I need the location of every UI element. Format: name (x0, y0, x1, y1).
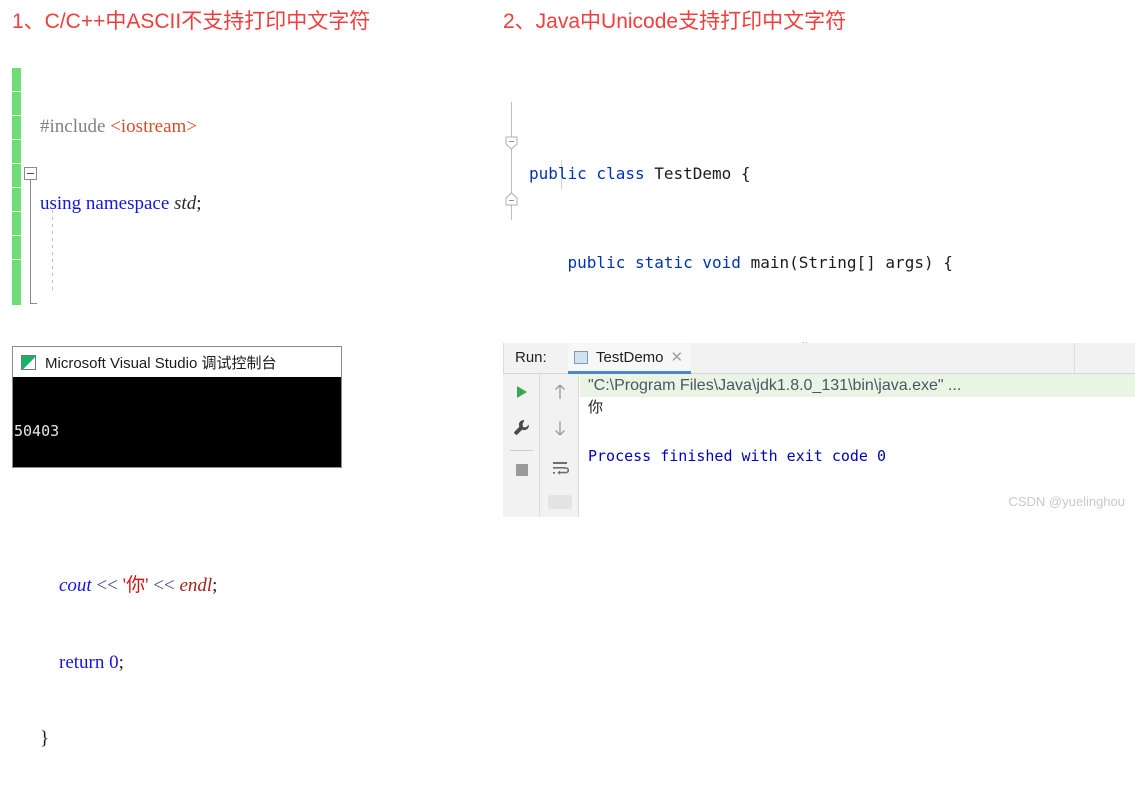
program-output-line: 你 (588, 398, 604, 416)
method-modifiers-token: public static void (567, 252, 751, 272)
public-class-token: public class (529, 164, 655, 183)
code-fold-toggle-main[interactable] (24, 167, 37, 180)
semicolon2-token: ; (212, 575, 218, 596)
semicolon3-token: ; (118, 651, 124, 673)
return-token: return (59, 651, 110, 673)
close-icon[interactable]: ✕ (671, 350, 684, 365)
run-tab-label: TestDemo (596, 348, 664, 366)
fold-down-icon (505, 136, 518, 150)
cpp-code-block: #include <iostream> using namespace std;… (12, 63, 372, 749)
cout-token: cout (59, 575, 92, 596)
cpp-line-8: return 0; (40, 650, 217, 676)
visual-studio-console-window: Microsoft Visual Studio 调试控制台 50403 C:\M… (12, 346, 342, 468)
rerun-button[interactable] (503, 376, 540, 412)
console-output-value: 50403 (14, 422, 60, 440)
console-title-bar: Microsoft Visual Studio 调试控制台 (13, 347, 341, 377)
char-literal-token: '你' (122, 575, 149, 596)
cpp-line-1: #include <iostream> (40, 114, 217, 140)
endl-token: endl (179, 575, 213, 596)
open-brace-token: { (731, 164, 751, 183)
cpp-line-6-blank (40, 497, 217, 523)
run-tab-icon (574, 350, 588, 364)
java-line-2: public static void main(String[] args) { (529, 248, 953, 278)
vcs-change-bar (12, 67, 21, 305)
toolbar-separator (510, 450, 533, 451)
run-toolbar-column-left (503, 374, 540, 517)
scroll-end-icon (547, 493, 572, 516)
play-icon (514, 384, 530, 405)
code-fold-foot (30, 303, 37, 304)
run-toolbar-column-right (541, 374, 578, 517)
soft-wrap-icon (551, 460, 569, 481)
code-fold-toggle-method[interactable] (505, 136, 518, 150)
stop-icon (515, 463, 529, 482)
stream-op-token: << (91, 575, 123, 596)
console-output: 50403 C:\My_Code\cpp_code\Project1\Debug… (13, 377, 341, 467)
run-toolbar (503, 374, 579, 517)
section-heading-cpp: 1、C/C++中ASCII不支持打印中文字符 (12, 10, 371, 33)
output-blank-line (580, 426, 1135, 446)
fold-up-icon (505, 192, 518, 206)
java-code-block: public class TestDemo { public static vo… (503, 100, 1063, 449)
close-brace-token: } (40, 728, 50, 749)
header-divider-1 (1074, 343, 1075, 374)
arrow-down-icon (552, 419, 568, 442)
zero-token: 0 (109, 651, 119, 673)
std-token: std (174, 192, 197, 214)
wrench-icon (513, 419, 530, 441)
console-title: Microsoft Visual Studio 调试控制台 (45, 354, 277, 372)
classname-token: TestDemo (654, 164, 732, 183)
exit-message-line: Process finished with exit code 0 (588, 447, 887, 465)
cpp-line-2: using namespace std; (40, 191, 217, 217)
method-params-token: (String[] args) { (789, 252, 953, 272)
method-name-token: main (750, 252, 790, 272)
preprocessor-token: #include (40, 116, 111, 137)
stop-button[interactable] (503, 454, 540, 490)
cpp-line-9: } (40, 726, 217, 752)
run-tab-testdemo[interactable]: TestDemo ✕ (568, 343, 692, 374)
run-label: Run: (515, 349, 547, 366)
vs-console-icon (21, 354, 36, 370)
output-gap (580, 417, 1135, 426)
cpp-line-7: cout << '你' << endl; (40, 573, 217, 599)
java-line-1: public class TestDemo { (529, 159, 953, 189)
cpp-line-3-blank (40, 267, 217, 293)
include-token: <iostream> (110, 116, 198, 137)
code-fold-toggle-end[interactable] (505, 192, 518, 206)
up-button[interactable] (541, 376, 578, 412)
watermark: CSDN @yuelinghou (1008, 494, 1125, 509)
arrow-up-icon (552, 383, 568, 406)
edit-configurations-button[interactable] (503, 412, 540, 448)
code-fold-line (30, 180, 31, 304)
semicolon-token: ; (196, 192, 202, 214)
run-command-line: "C:\Program Files\Java\jdk1.8.0_131\bin\… (580, 374, 1135, 397)
down-button[interactable] (541, 412, 578, 448)
header-divider-0 (503, 343, 504, 374)
section-heading-java: 2、Java中Unicode支持打印中文字符 (503, 10, 847, 33)
stream-op2-token: << (148, 575, 180, 596)
soft-wrap-button[interactable] (541, 452, 578, 488)
intellij-run-panel: Run: TestDemo ✕ "C:\Program Files\Java\j… (503, 343, 1135, 517)
using-namespace-token: using namespace (40, 192, 175, 214)
